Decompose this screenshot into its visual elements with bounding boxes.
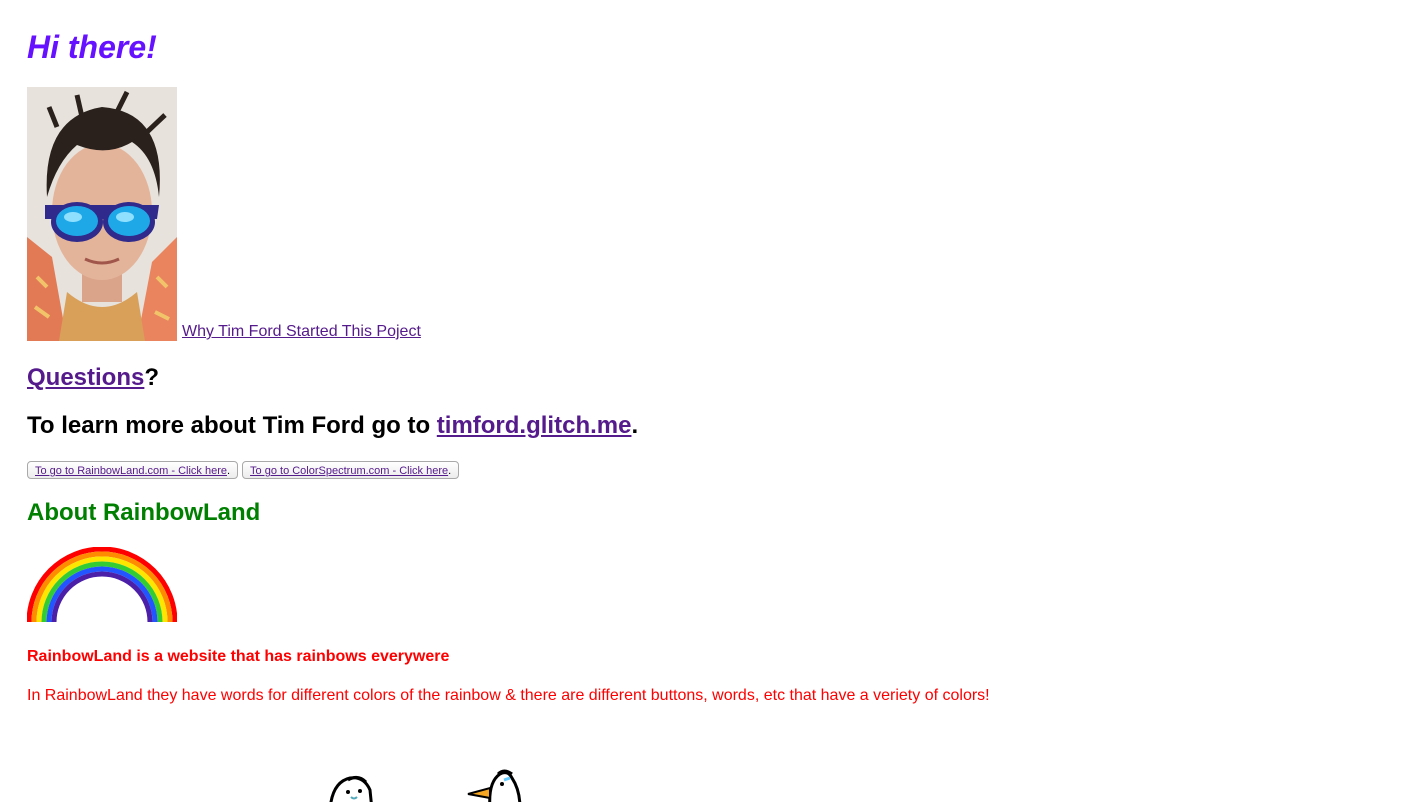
learn-more-text: To learn more about Tim Ford go to: [27, 412, 437, 439]
learn-more-heading: To learn more about Tim Ford go to timfo…: [27, 412, 638, 440]
colorspectrum-button[interactable]: To go to ColorSpectrum.com - Click here.: [242, 461, 460, 479]
rainbowland-button[interactable]: To go to RainbowLand.com - Click here.: [27, 461, 239, 479]
profile-row: Why Tim Ford Started This Poject: [27, 87, 421, 341]
learn-more-suffix: .: [631, 412, 639, 439]
colorspectrum-button-suffix: .: [448, 465, 452, 477]
site-buttons: To go to RainbowLand.com - Click here. T…: [27, 461, 460, 479]
greeting-heading: Hi there!: [27, 29, 157, 65]
timford-link[interactable]: timford.glitch.me: [437, 412, 632, 439]
why-tim-ford-link[interactable]: Why Tim Ford Started This Poject: [182, 323, 421, 341]
questions-heading: Questions?: [27, 364, 159, 392]
questions-link[interactable]: Questions: [27, 364, 144, 391]
rainbowland-button-suffix: .: [226, 465, 231, 477]
rainbowland-description: In RainbowLand they have words for diffe…: [27, 687, 990, 704]
rainbowland-tagline: RainbowLand is a website that has rainbo…: [27, 648, 450, 665]
questions-suffix: ?: [144, 364, 160, 391]
colorspectrum-button-link[interactable]: To go to ColorSpectrum.com - Click here: [250, 465, 448, 477]
page: Hi there! Why Tim Ford Started This Poje…: [0, 0, 1423, 802]
rainbowland-button-link[interactable]: To go to RainbowLand.com - Click here: [35, 465, 227, 477]
about-heading: About RainbowLand: [27, 499, 261, 526]
rainbow-icon: [27, 547, 177, 622]
profile-photo: [27, 87, 177, 341]
penguin-icon: [467, 769, 522, 802]
penguin-icon: [329, 775, 373, 802]
